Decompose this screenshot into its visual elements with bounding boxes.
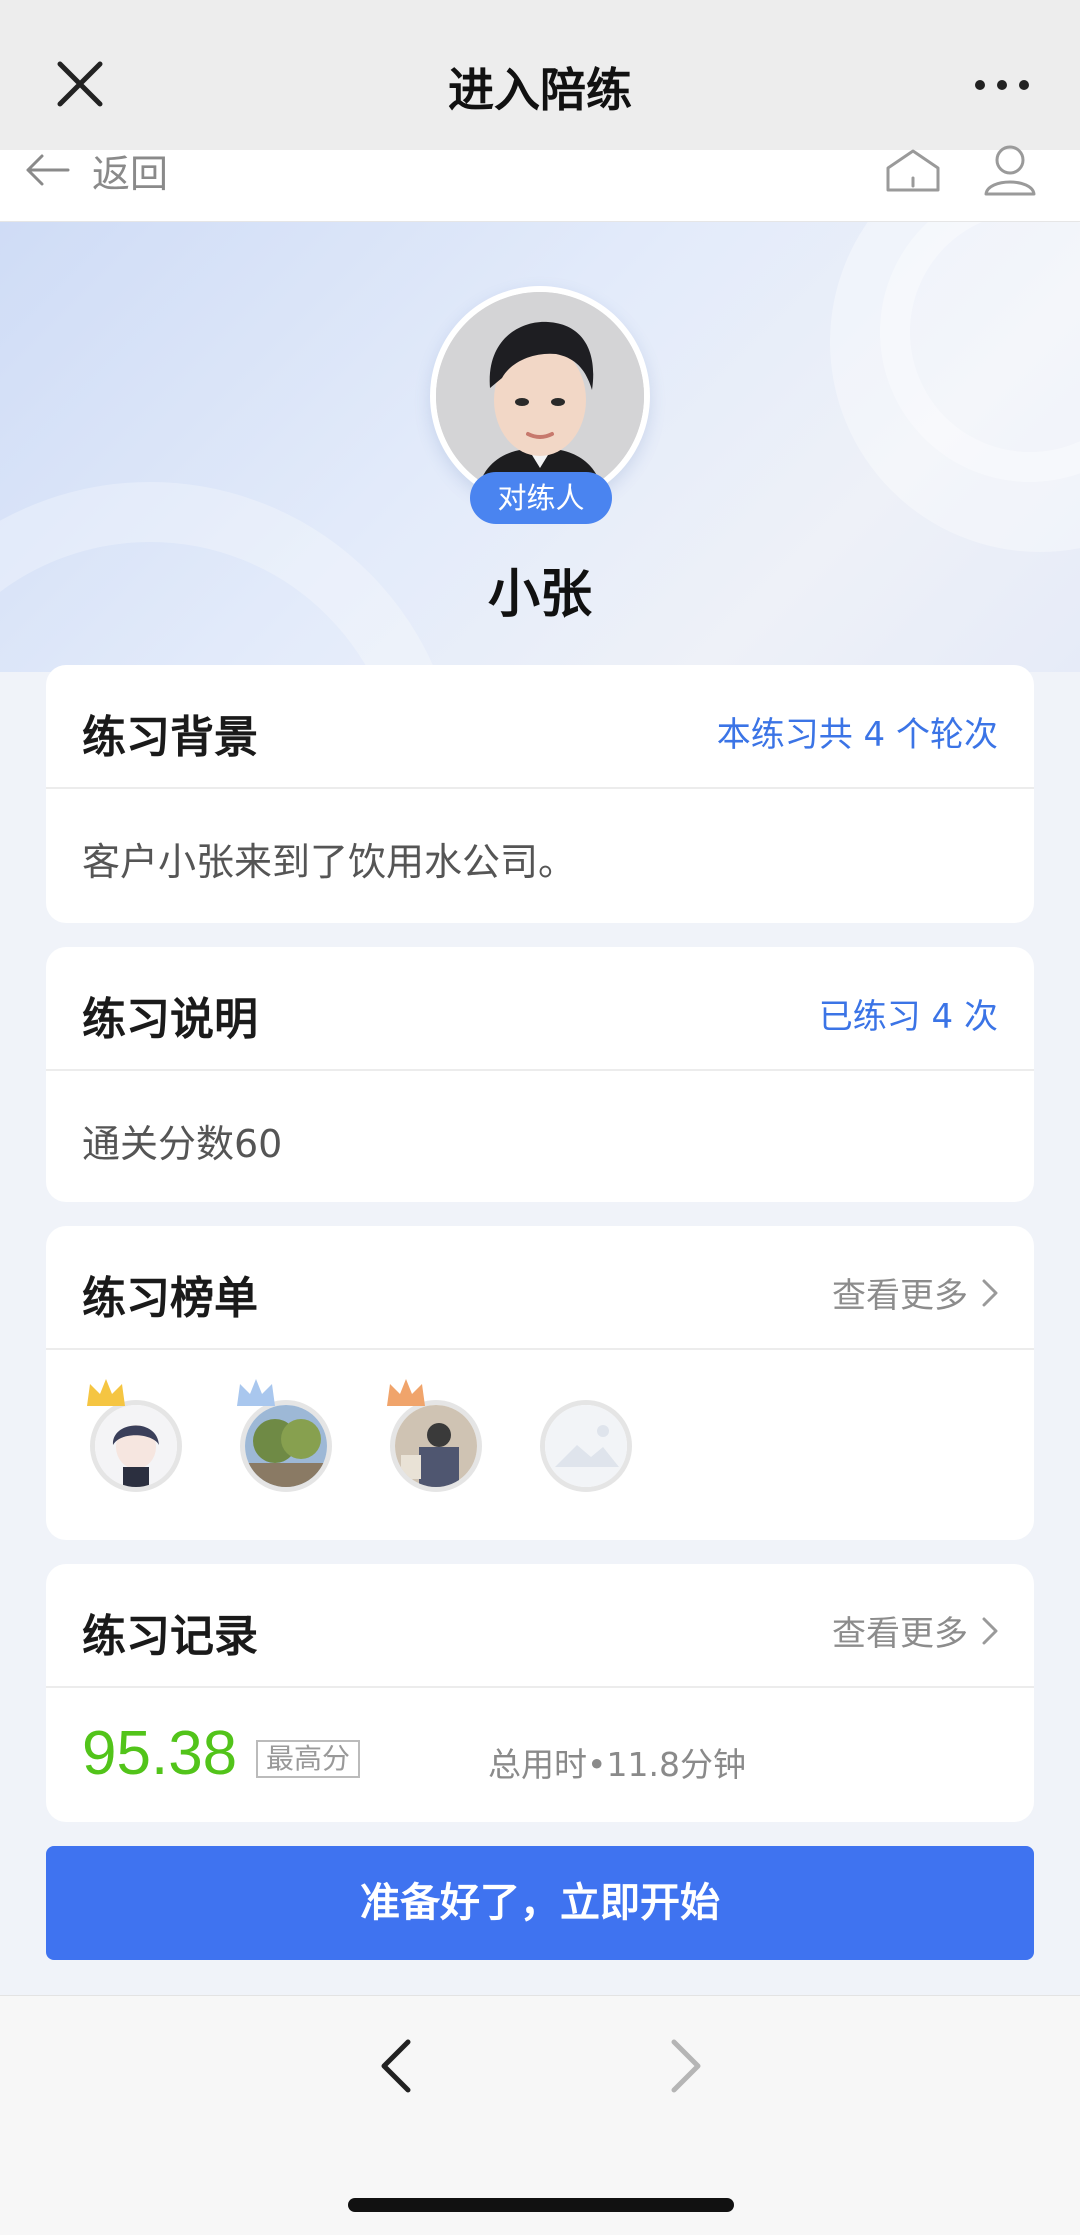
crown-gold-icon <box>87 1379 125 1406</box>
arrow-left-icon <box>26 154 70 186</box>
rank-entry-4[interactable] <box>540 1400 632 1492</box>
ranking-title: 练习榜单 <box>82 1273 258 1324</box>
crown-silver-icon <box>237 1379 275 1406</box>
practice-count: 已练习 4 次 <box>818 997 998 1037</box>
back-label: 返回 <box>92 151 169 196</box>
record-summary: 95.38 最高分 总用时•11.8分钟 <box>46 1688 1034 1822</box>
total-time: 总用时•11.8分钟 <box>488 1745 746 1784</box>
records-card: 练习记录 查看更多 95.38 最高分 总用时•11.8分钟 <box>46 1564 1034 1822</box>
back-button[interactable]: 返回 <box>24 150 168 196</box>
partner-name: 小张 <box>487 565 592 625</box>
home-icon[interactable] <box>884 148 942 192</box>
user-icon[interactable] <box>982 144 1038 196</box>
records-more-label: 查看更多 <box>832 1614 968 1654</box>
rounds-info: 本练习共 4 个轮次 <box>716 715 998 755</box>
nav-row: 返回 <box>0 145 1080 222</box>
background-title: 练习背景 <box>82 712 258 763</box>
more-icon[interactable] <box>972 70 1032 100</box>
home-indicator <box>348 2198 734 2212</box>
back-arrow-icon[interactable] <box>374 2036 418 2096</box>
rank-avatar <box>90 1400 182 1492</box>
instructions-title: 练习说明 <box>82 994 258 1045</box>
best-score-tag: 最高分 <box>256 1740 361 1778</box>
crown-bronze-icon <box>387 1379 425 1406</box>
chevron-right-icon <box>982 1617 998 1644</box>
start-button[interactable]: 准备好了，立即开始 <box>46 1846 1034 1960</box>
chevron-right-icon <box>982 1279 998 1306</box>
background-card: 练习背景 本练习共 4 个轮次 客户小张来到了饮用水公司。 <box>46 665 1034 923</box>
instructions-card: 练习说明 已练习 4 次 通关分数60 <box>46 947 1034 1202</box>
forward-arrow-icon[interactable] <box>664 2036 708 2096</box>
rank-entry-3[interactable] <box>387 1379 482 1492</box>
rank-entry-2[interactable] <box>237 1379 332 1492</box>
ranking-card: 练习榜单 查看更多 <box>46 1226 1034 1540</box>
rank-entry-1[interactable] <box>87 1379 182 1492</box>
page-title: 进入陪练 <box>448 63 632 117</box>
title-bar: 进入陪练 <box>0 0 1080 150</box>
ranking-list <box>46 1350 1034 1492</box>
instructions-content: 通关分数60 <box>82 1122 283 1166</box>
rank-avatar <box>390 1400 482 1492</box>
ranking-more-label: 查看更多 <box>832 1276 968 1316</box>
rank-avatar-placeholder <box>540 1400 632 1492</box>
best-score: 95.38 <box>82 1719 238 1788</box>
records-title: 练习记录 <box>82 1611 258 1662</box>
rank-avatar <box>240 1400 332 1492</box>
records-more-link[interactable]: 查看更多 <box>832 1606 998 1655</box>
avatar-portrait <box>436 292 644 500</box>
role-badge: 对练人 <box>470 472 612 524</box>
ranking-more-link[interactable]: 查看更多 <box>832 1268 998 1317</box>
background-content: 客户小张来到了饮用水公司。 <box>82 840 577 884</box>
